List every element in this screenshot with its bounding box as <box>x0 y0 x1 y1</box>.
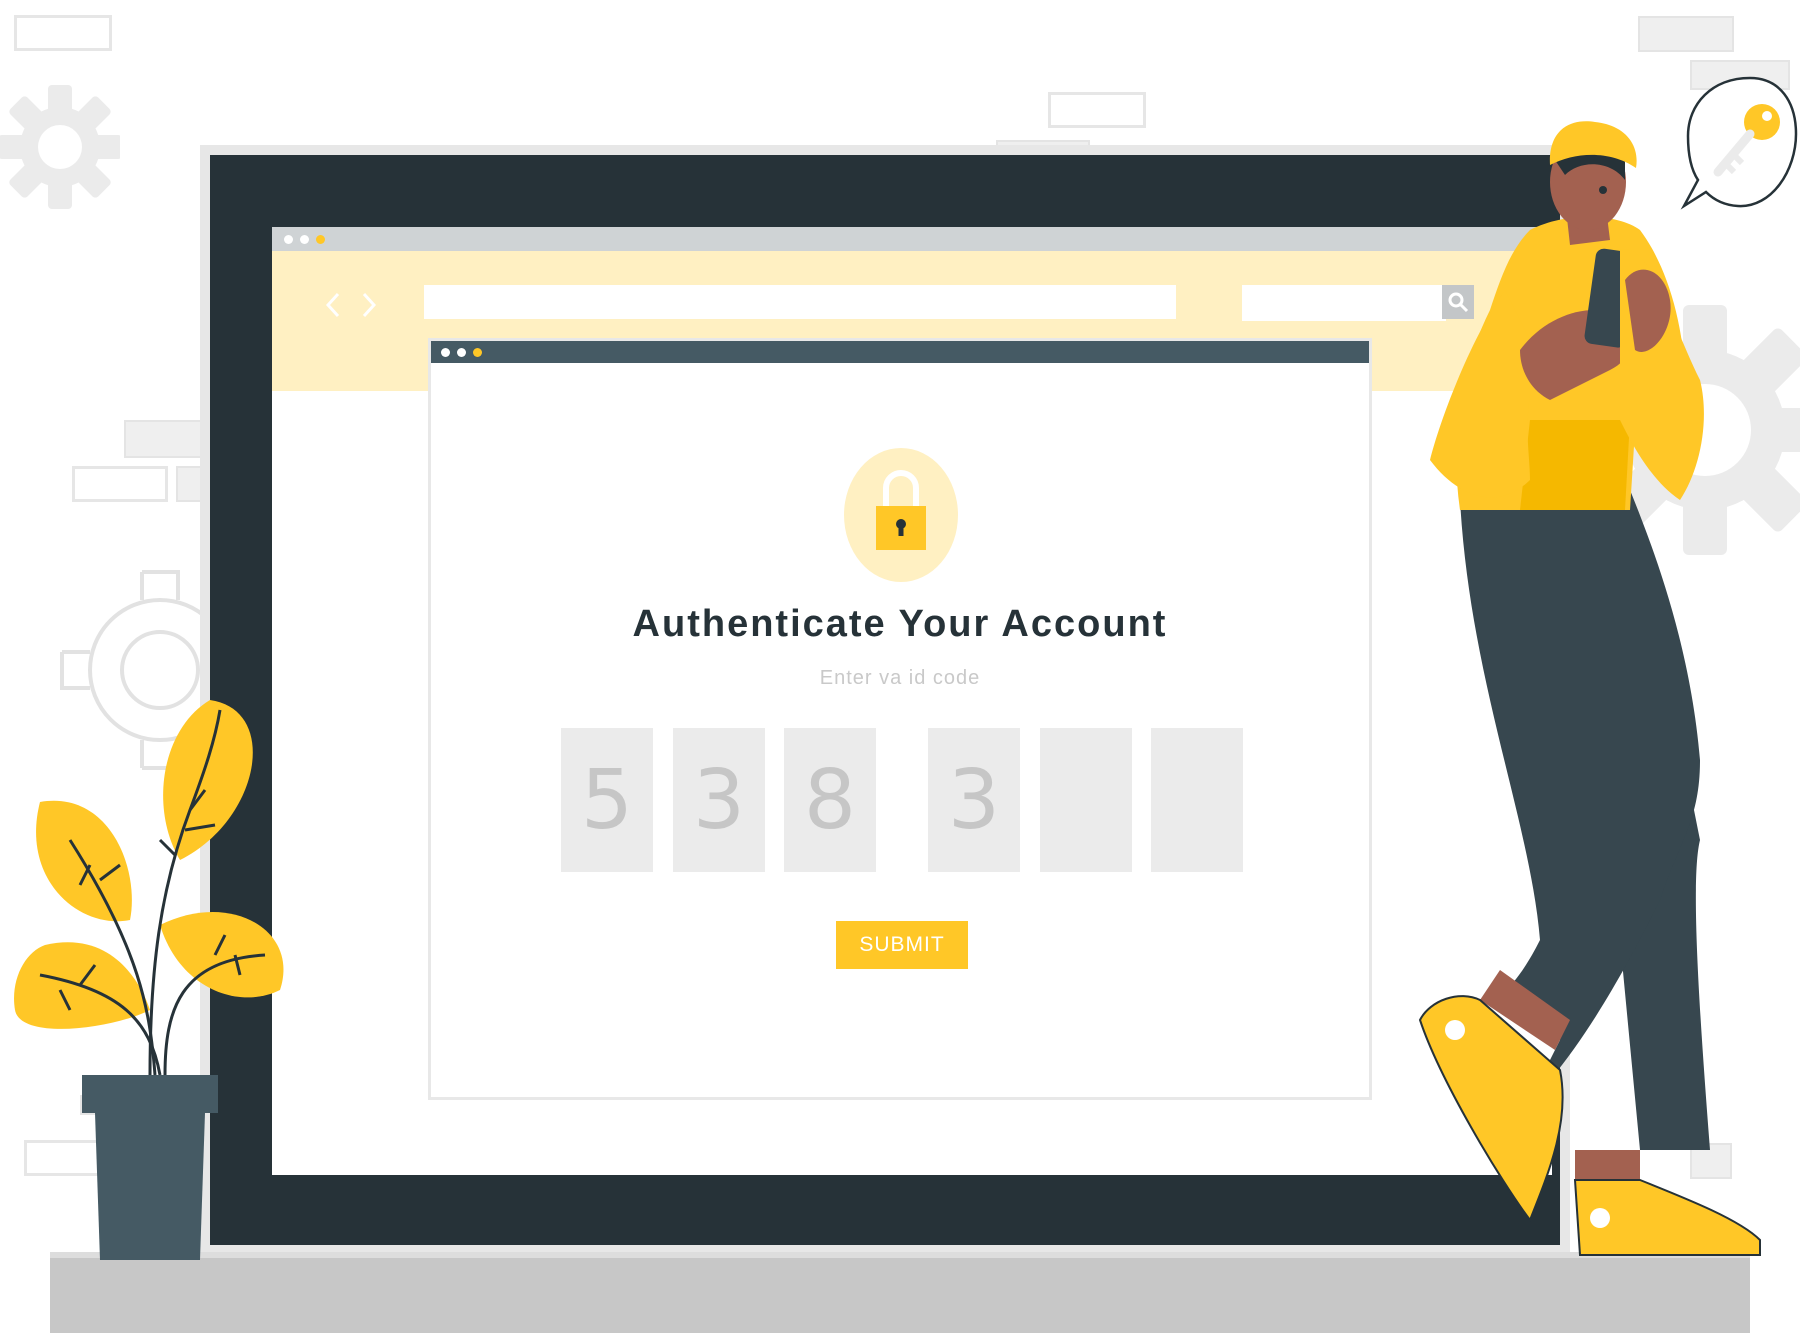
code-instruction: Enter va id code <box>819 667 981 689</box>
background-block <box>1048 92 1146 128</box>
chevron-left-icon[interactable] <box>324 291 342 319</box>
browser-title-bar <box>272 227 1552 251</box>
address-bar-input[interactable] <box>424 285 1176 319</box>
code-digit-4[interactable] <box>928 728 1020 872</box>
shoe-eyelet <box>1445 1020 1465 1040</box>
dialog-title-bar <box>431 341 1369 363</box>
page-title: Authenticate Your Account <box>632 603 1168 645</box>
window-dot-icon <box>473 348 482 357</box>
padlock-icon <box>876 470 926 550</box>
background-block <box>14 15 112 51</box>
hoodie-pocket <box>1520 420 1630 510</box>
window-dot-icon <box>300 235 309 244</box>
code-digit-2[interactable] <box>673 728 765 872</box>
plant-illustration <box>14 700 284 1260</box>
shoe-eyelet <box>1590 1208 1610 1228</box>
background-block <box>72 466 168 502</box>
code-digit-6[interactable] <box>1151 728 1243 872</box>
background-block <box>1638 16 1734 52</box>
window-dot-icon <box>284 235 293 244</box>
window-dot-icon <box>457 348 466 357</box>
chevron-right-icon[interactable] <box>360 291 378 319</box>
auth-dialog: Authenticate Your Account Enter va id co… <box>428 338 1372 1100</box>
lock-badge <box>844 448 958 582</box>
desk <box>50 1258 1750 1333</box>
pot-rim <box>82 1075 218 1113</box>
code-digit-1[interactable] <box>561 728 653 872</box>
code-digit-5[interactable] <box>1040 728 1132 872</box>
leaf <box>163 700 253 860</box>
window-dot-icon <box>316 235 325 244</box>
window-dot-icon <box>441 348 450 357</box>
code-digit-3[interactable] <box>784 728 876 872</box>
person-illustration <box>1418 121 1761 1256</box>
submit-button[interactable]: SUBMIT <box>836 921 968 969</box>
eye <box>1599 186 1607 194</box>
gear-icon <box>0 85 120 209</box>
plant-pot <box>95 1113 205 1260</box>
